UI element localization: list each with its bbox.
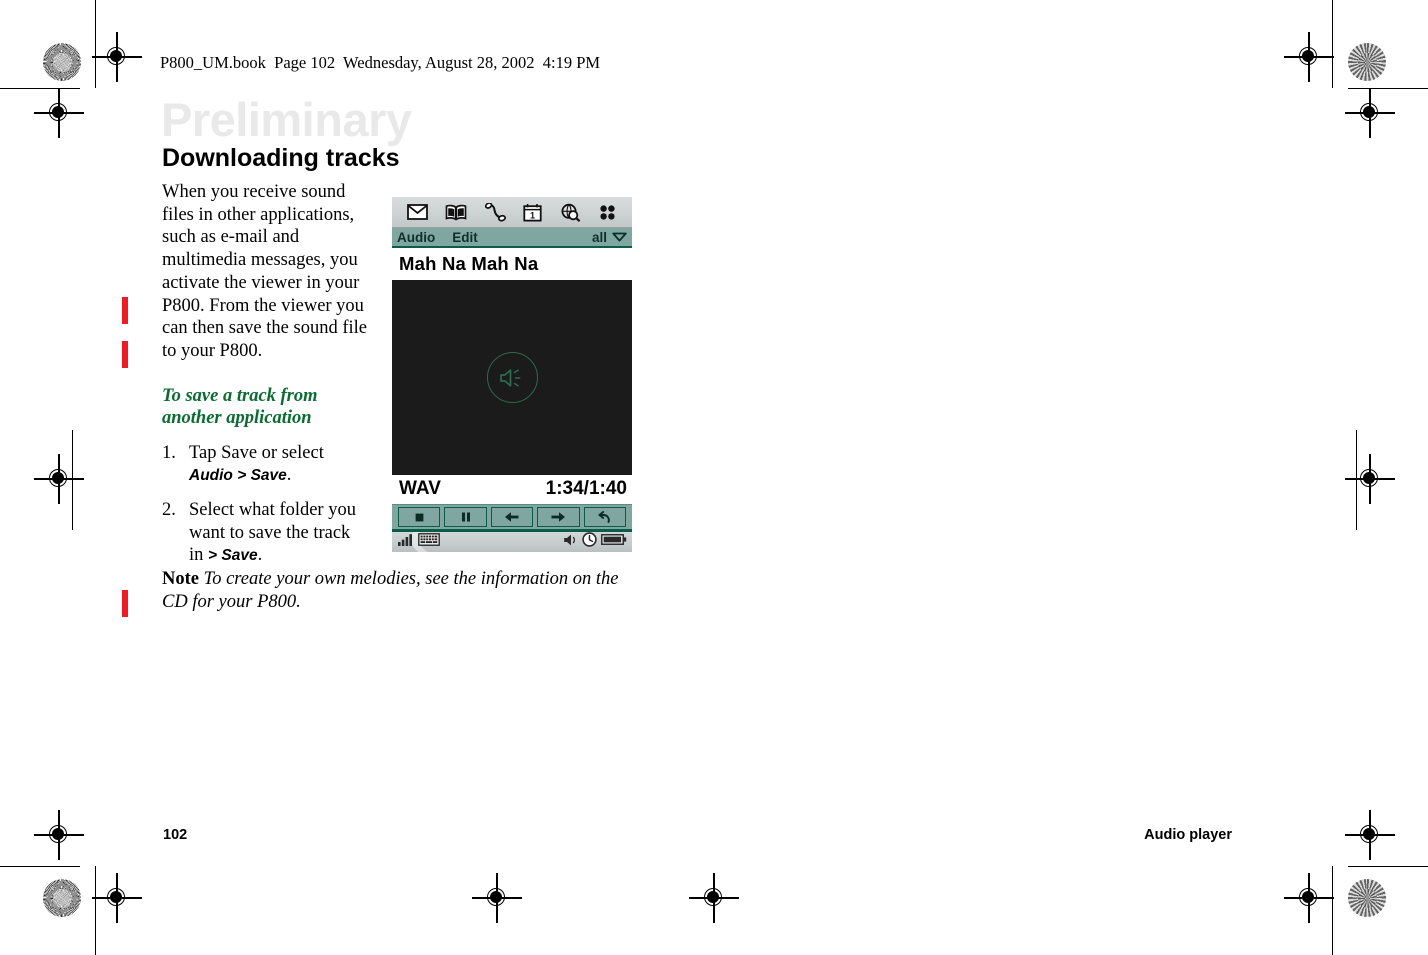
registration-mark-bl [92, 873, 142, 923]
note-label: Note [162, 569, 199, 589]
list-item: 1. Tap Save or select Audio > Save. [162, 442, 369, 488]
battery-icon[interactable] [601, 533, 627, 551]
change-bar-2 [122, 341, 128, 368]
contacts-icon[interactable] [445, 204, 467, 221]
change-bar-3 [122, 590, 128, 617]
procedure-steps: 1. Tap Save or select Audio > Save. 2. Sel… [162, 442, 369, 569]
step-text-after: . [286, 465, 292, 486]
playback-info-row: WAV 1:34/1:40 [392, 475, 632, 504]
registration-mark-bottom-center [689, 873, 739, 923]
note-text: To create your own melodies, see the inf… [162, 569, 619, 612]
menu-item-audio[interactable]: Audio [397, 230, 435, 245]
starburst-bl [43, 879, 81, 917]
step-text-before: Tap Save or select [189, 442, 324, 463]
crop-line-br-h [1348, 866, 1428, 868]
registration-mark-tr [1284, 32, 1334, 82]
crop-line-bl-h [0, 866, 80, 868]
list-item: 2. Select what folder you want to save th… [162, 499, 369, 568]
audio-viewer-area [392, 280, 632, 475]
footer-chapter-name: Audio player [1144, 827, 1232, 843]
starburst-tl [43, 43, 81, 81]
back-button[interactable] [583, 507, 627, 527]
note-block: Note To create your own melodies, see th… [162, 568, 632, 614]
rewind-button[interactable] [490, 507, 534, 527]
registration-mark-bottom-center-2 [472, 873, 522, 923]
svg-text:1: 1 [530, 210, 535, 220]
speaker-icon [486, 352, 538, 403]
signal-icon[interactable] [397, 533, 414, 552]
keyboard-icon[interactable] [418, 533, 440, 551]
clock-icon[interactable] [582, 532, 597, 552]
crop-line-tr-h [1348, 88, 1428, 90]
registration-mark-right-upper [1345, 88, 1395, 138]
speaker-icon[interactable] [563, 533, 578, 552]
starburst-br [1348, 879, 1386, 917]
registration-mark-right-lower [1345, 810, 1395, 860]
chevron-down-icon[interactable] [612, 230, 627, 245]
crop-line-tl-v [95, 0, 97, 88]
menu-item-edit[interactable]: Edit [452, 230, 478, 245]
transport-controls [392, 504, 632, 532]
crop-line-br-v [1332, 866, 1334, 955]
preliminary-watermark: Preliminary [161, 93, 412, 146]
registration-mark-mid-left [34, 454, 84, 504]
device-status-bar [392, 532, 632, 552]
status-bar-left-group [397, 533, 440, 552]
device-app-icon-bar: 1 [392, 197, 632, 228]
registration-mark-mid-right [1345, 454, 1395, 504]
page-header-line: P800_UM.book Page 102 Wednesday, August … [160, 53, 601, 72]
step-number: 2. [162, 500, 176, 521]
folder-filter-label[interactable]: all [592, 230, 607, 245]
step-ui-reference: > Save [208, 547, 258, 565]
messaging-icon[interactable] [406, 204, 428, 220]
audio-format-label: WAV [399, 478, 441, 499]
step-ui-reference: Audio > Save [189, 467, 287, 485]
footer-page-number: 102 [163, 827, 188, 843]
track-title: Mah Na Mah Na [399, 253, 539, 274]
more-apps-icon[interactable] [598, 203, 617, 222]
change-bar-1 [122, 297, 128, 324]
page-title: Downloading tracks [162, 144, 400, 172]
crop-line-tr-v [1332, 0, 1334, 88]
starburst-tr [1348, 43, 1386, 81]
registration-mark-br [1284, 873, 1334, 923]
crop-line-tl-h [0, 88, 80, 90]
calendar-icon[interactable]: 1 [523, 203, 542, 222]
status-bar-right-group [563, 532, 627, 552]
registration-mark-left-lower [34, 810, 84, 860]
forward-button[interactable] [537, 507, 580, 527]
device-menu-bar: Audio Edit all [392, 228, 632, 248]
device-screenshot: 1 Audio Edit all Mah Na Mah Na WAV 1:34/… [392, 197, 632, 552]
stop-button[interactable] [398, 507, 441, 527]
browser-icon[interactable] [560, 203, 581, 222]
procedure-subheading: To save a track from another application [162, 385, 318, 428]
registration-mark-left-upper [34, 88, 84, 138]
pause-button[interactable] [444, 507, 487, 527]
intro-paragraph: When you receive sound files in other ap… [162, 182, 367, 361]
phone-icon[interactable] [484, 202, 506, 222]
step-number: 1. [162, 442, 176, 463]
registration-mark-tl [92, 32, 142, 82]
body-text-column: When you receive sound files in other ap… [162, 181, 369, 579]
playback-time: 1:34/1:40 [545, 478, 627, 499]
step-text-after: . [257, 545, 263, 566]
crop-line-bl-v [95, 866, 97, 955]
